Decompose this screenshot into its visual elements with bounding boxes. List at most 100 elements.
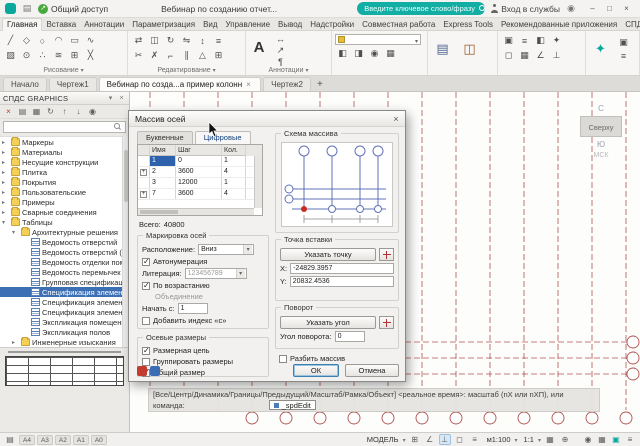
offset-tool-icon[interactable] (211, 34, 226, 47)
expand-arrow-icon[interactable] (12, 229, 19, 236)
expand-row-icon[interactable] (140, 169, 147, 176)
copy-tool-icon[interactable] (147, 34, 162, 47)
erase-tool-icon[interactable] (147, 49, 162, 62)
panel-label-annotate[interactable]: Аннотации (246, 67, 331, 74)
tree-item[interactable]: Спецификация элементов (0, 287, 122, 297)
y-coordinate-input[interactable]: 20832.4536 (289, 276, 394, 287)
parallel-tool-icon[interactable] (179, 49, 194, 62)
point-tool-icon[interactable] (35, 49, 50, 62)
export-icon[interactable] (72, 106, 85, 118)
sheet-format-tab[interactable]: А0 (90, 434, 107, 445)
ribbon-tab[interactable]: Express Tools (439, 19, 497, 30)
tree-item[interactable]: Спецификация элементов и... (0, 307, 122, 317)
hatch-tool-icon[interactable] (3, 49, 18, 62)
expand-arrow-icon[interactable] (12, 339, 19, 346)
notification-icon[interactable] (582, 434, 594, 445)
rotation-angle-input[interactable]: 0 (334, 331, 365, 342)
ribbon-tab[interactable]: Главная (2, 18, 43, 31)
move-tool-icon[interactable] (131, 34, 146, 47)
refresh-icon[interactable] (44, 106, 57, 118)
layer-on-icon[interactable] (335, 47, 350, 60)
tree-item[interactable]: Сварные соединения (0, 207, 122, 217)
region-tool-icon[interactable] (67, 49, 82, 62)
new-tab-button[interactable]: + (313, 77, 327, 91)
share-button[interactable]: Общий доступ (38, 3, 108, 14)
delete-icon[interactable] (2, 106, 15, 118)
text-tool-icon[interactable] (249, 34, 269, 60)
expand-arrow-icon[interactable] (2, 179, 9, 186)
layer-select[interactable] (335, 34, 421, 45)
expand-arrow-icon[interactable] (2, 149, 9, 156)
circle-tool-icon[interactable] (35, 34, 50, 47)
signin-button[interactable]: Вход в службы (490, 4, 560, 14)
import-icon[interactable] (58, 106, 71, 118)
cancel-button[interactable]: Отмена (345, 364, 399, 377)
minimize-button[interactable]: – (584, 2, 601, 16)
tree-item[interactable]: Инженерные изыскания (0, 337, 122, 347)
help-search-input[interactable]: Введите ключевое слово/фразу (357, 2, 486, 15)
scale-button[interactable]: 1:1 (524, 435, 541, 444)
isolate-objects-icon[interactable] (610, 434, 622, 445)
literation-select[interactable]: 123456789 (184, 268, 247, 279)
app-logo-icon[interactable] (5, 3, 16, 14)
lineweight-icon[interactable] (469, 434, 481, 445)
expand-arrow-icon[interactable] (2, 199, 9, 206)
chamfer-tool-icon[interactable] (195, 49, 210, 62)
tree-item[interactable]: Пользовательские (0, 187, 122, 197)
quick-select-icon[interactable] (549, 34, 564, 47)
panel-label-draw[interactable]: Рисование (0, 67, 127, 74)
tree-item[interactable]: Таблицы (0, 217, 122, 227)
command-suggestion[interactable]: _spdEdit (268, 400, 316, 410)
sheet-format-tab[interactable]: А3 (36, 434, 53, 445)
arc-tool-icon[interactable] (51, 34, 66, 47)
tree-item[interactable]: Экспликация полов (0, 327, 122, 337)
axis-table-row[interactable]: 2 3600 4 (138, 167, 254, 178)
rotate-tool-icon[interactable] (163, 34, 178, 47)
dialog-tab[interactable]: Цифровые (194, 131, 251, 144)
donut-tool-icon[interactable] (19, 49, 34, 62)
tree-item[interactable]: Спецификация элементов з... (0, 297, 122, 307)
pick-angle-icon[interactable] (379, 316, 394, 329)
ascending-checkbox[interactable]: По возрастанию (142, 281, 264, 290)
mirror-tool-icon[interactable] (179, 34, 194, 47)
model-space-button[interactable]: МОДЕЛЬ (367, 435, 406, 444)
expand-arrow-icon[interactable] (2, 219, 9, 226)
explode-array-checkbox[interactable]: Разбить массив (279, 354, 345, 363)
tree-item[interactable]: Покрытия (0, 177, 122, 187)
ribbon-tab[interactable]: СПДС (621, 19, 640, 30)
table-vscrollbar[interactable] (254, 156, 262, 208)
spds-format-icon[interactable] (616, 36, 631, 49)
grid-snap-icon[interactable] (409, 434, 421, 445)
properties-button[interactable] (431, 35, 454, 64)
expand-arrow-icon[interactable] (2, 139, 9, 146)
ok-button[interactable]: ОК (293, 364, 339, 377)
tree-item[interactable]: Примеры (0, 197, 122, 207)
boundary-tool-icon[interactable] (501, 49, 516, 62)
axis-table-row[interactable]: 1 0 1 (138, 156, 254, 167)
list-tool-icon[interactable] (517, 34, 532, 47)
ribbon-tab[interactable]: Вывод (274, 19, 306, 30)
close-tab-icon[interactable] (246, 80, 253, 89)
compass-south-label[interactable]: Ю (578, 140, 624, 149)
dialog-close-icon[interactable] (387, 111, 405, 126)
layer-freeze-icon[interactable] (351, 47, 366, 60)
document-tab[interactable]: Начало (3, 77, 47, 91)
ribbon-tab[interactable]: Вид (199, 19, 221, 30)
workspace-icon[interactable] (596, 434, 608, 445)
scrollbar-thumb[interactable] (140, 210, 178, 214)
tree-item[interactable]: Ведомость отделки помещ... (0, 257, 122, 267)
compass-north-label[interactable]: С (578, 104, 624, 113)
settings-icon[interactable] (86, 106, 99, 118)
measure-tool-icon[interactable] (533, 34, 548, 47)
annotation-scale-button[interactable]: м1:100 (487, 435, 518, 444)
xline-tool-icon[interactable] (83, 49, 98, 62)
axis-table-row[interactable]: 7 3600 4 (138, 189, 254, 200)
pick-point-button[interactable]: Указать точку (280, 248, 376, 261)
quick-access-icon[interactable] (21, 3, 33, 15)
new-folder-icon[interactable] (30, 106, 43, 118)
tree-item[interactable]: Групповая спецификация э... (0, 277, 122, 287)
blocks-button[interactable] (458, 35, 481, 64)
open-folder-icon[interactable] (16, 106, 29, 118)
spds-tools-button[interactable] (589, 35, 612, 64)
start-number-input[interactable]: 1 (177, 303, 208, 314)
